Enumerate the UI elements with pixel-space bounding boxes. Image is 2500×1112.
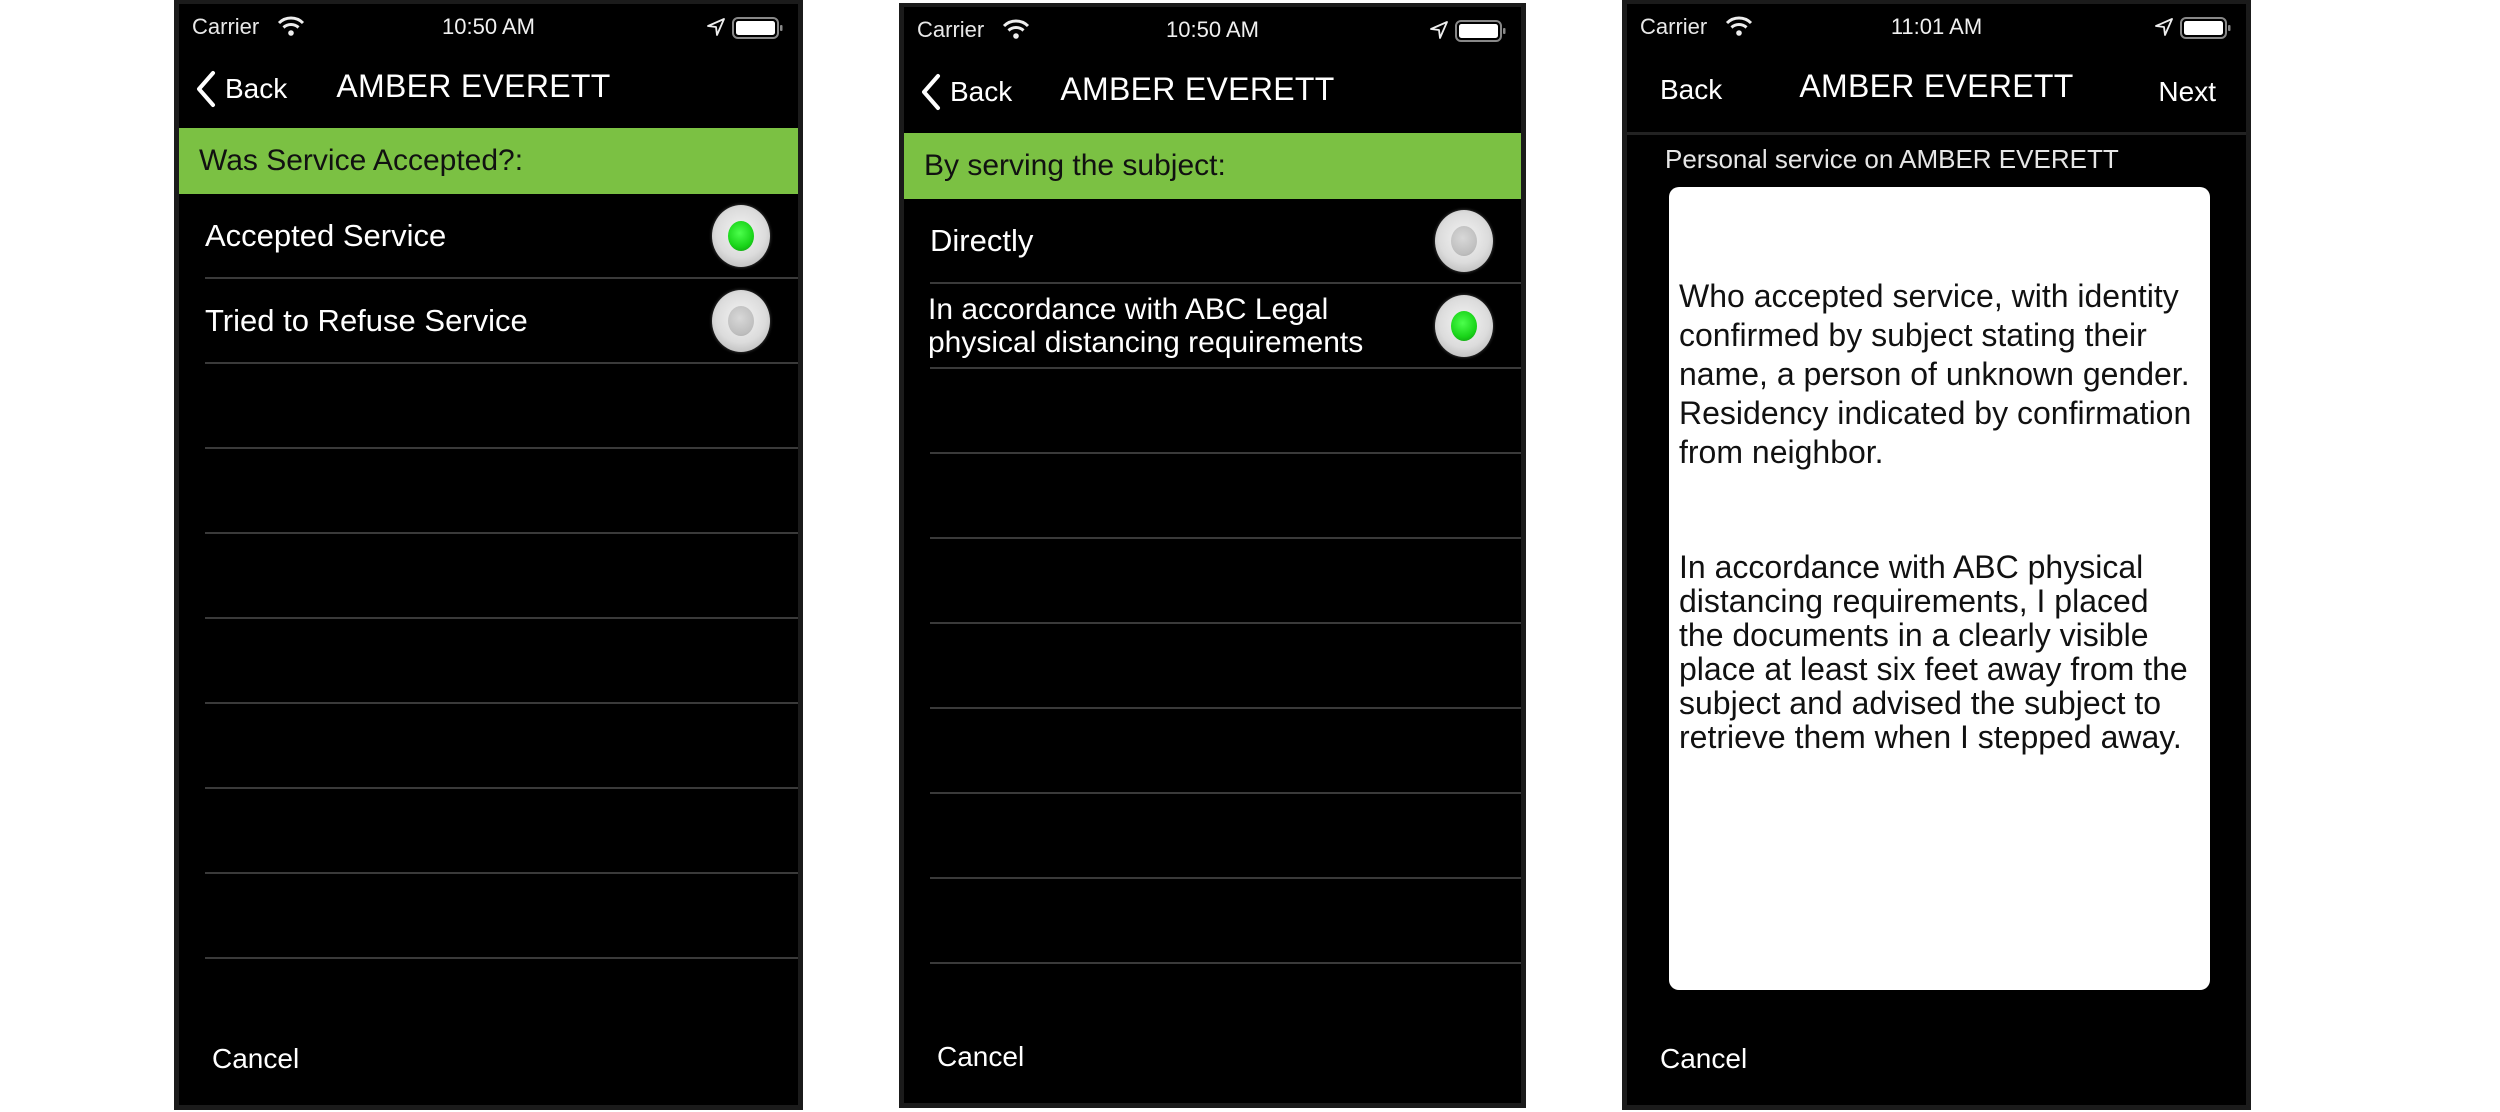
status-bar: Carrier 11:01 AM (1627, 4, 2246, 52)
empty-row (205, 789, 798, 874)
notes-paragraph: Who accepted service, with identity conf… (1679, 278, 2201, 470)
empty-row (930, 539, 1521, 624)
status-bar: Carrier 10:50 AM (179, 4, 798, 52)
cancel-button[interactable]: Cancel (1660, 1043, 1747, 1075)
empty-row (205, 449, 798, 534)
field-label: Personal service on AMBER EVERETT (1665, 144, 2119, 174)
location-arrow-icon (2155, 18, 2173, 36)
page-title: AMBER EVERETT (1060, 71, 1335, 107)
page-title: AMBER EVERETT (336, 68, 611, 104)
options-list: Accepted Service Tried to Refuse Service (179, 194, 798, 959)
empty-row (930, 709, 1521, 794)
option-row[interactable]: Accepted Service (205, 194, 798, 279)
cancel-button[interactable]: Cancel (937, 1041, 1024, 1073)
nav-divider (1627, 132, 2246, 135)
section-header: By serving the subject: (904, 133, 1521, 199)
screen-service-accepted: Carrier 10:50 AM Back AMBER EVERETT Was … (174, 0, 803, 1110)
page-title: AMBER EVERETT (1799, 68, 2074, 104)
location-arrow-icon (707, 18, 725, 36)
section-header: Was Service Accepted?: (179, 128, 798, 194)
notes-paragraph: In accordance with ABC physical distanci… (1679, 549, 2197, 755)
empty-row (205, 364, 798, 449)
empty-row (205, 874, 798, 959)
battery-icon (2180, 17, 2231, 39)
radio-indicator (728, 220, 754, 251)
empty-row (930, 454, 1521, 539)
next-button[interactable]: Next (2158, 76, 2216, 108)
empty-row (930, 794, 1521, 879)
option-row[interactable]: Tried to Refuse Service (205, 279, 798, 364)
screen-serving-method: Carrier 10:50 AM Back AMBER EVERETT By s… (899, 3, 1526, 1108)
radio-button[interactable] (712, 289, 770, 352)
nav-bar: Back AMBER EVERETT (904, 55, 1521, 135)
cancel-button[interactable]: Cancel (212, 1043, 299, 1075)
service-notes-textarea[interactable]: Who accepted service, with identity conf… (1669, 187, 2210, 990)
battery-icon (1455, 20, 1506, 42)
option-row[interactable]: In accordance with ABC Legal physical di… (928, 284, 1521, 369)
option-row[interactable]: Directly (930, 199, 1521, 284)
radio-button-selected[interactable] (712, 204, 770, 267)
radio-button-selected[interactable] (1435, 294, 1493, 357)
status-bar: Carrier 10:50 AM (904, 7, 1521, 55)
empty-row (930, 879, 1521, 964)
empty-row (930, 369, 1521, 454)
nav-bar: Back AMBER EVERETT Next (1627, 52, 2246, 132)
radio-button[interactable] (1435, 209, 1493, 272)
options-list: Directly In accordance with ABC Legal ph… (904, 199, 1521, 964)
option-label: In accordance with ABC Legal physical di… (928, 292, 1364, 359)
option-label: Directly (930, 222, 1034, 258)
empty-row (205, 534, 798, 619)
empty-row (205, 704, 798, 789)
screen-service-notes: Carrier 11:01 AM Back AMBER EVERETT Next… (1622, 0, 2251, 1110)
option-label: Accepted Service (205, 217, 447, 253)
location-arrow-icon (1430, 21, 1448, 39)
empty-row (930, 624, 1521, 709)
battery-icon (732, 17, 783, 39)
radio-indicator (728, 305, 754, 336)
radio-indicator (1451, 310, 1477, 341)
radio-indicator (1451, 225, 1477, 256)
nav-bar: Back AMBER EVERETT (179, 52, 798, 132)
option-label: Tried to Refuse Service (205, 302, 528, 338)
empty-row (205, 619, 798, 704)
